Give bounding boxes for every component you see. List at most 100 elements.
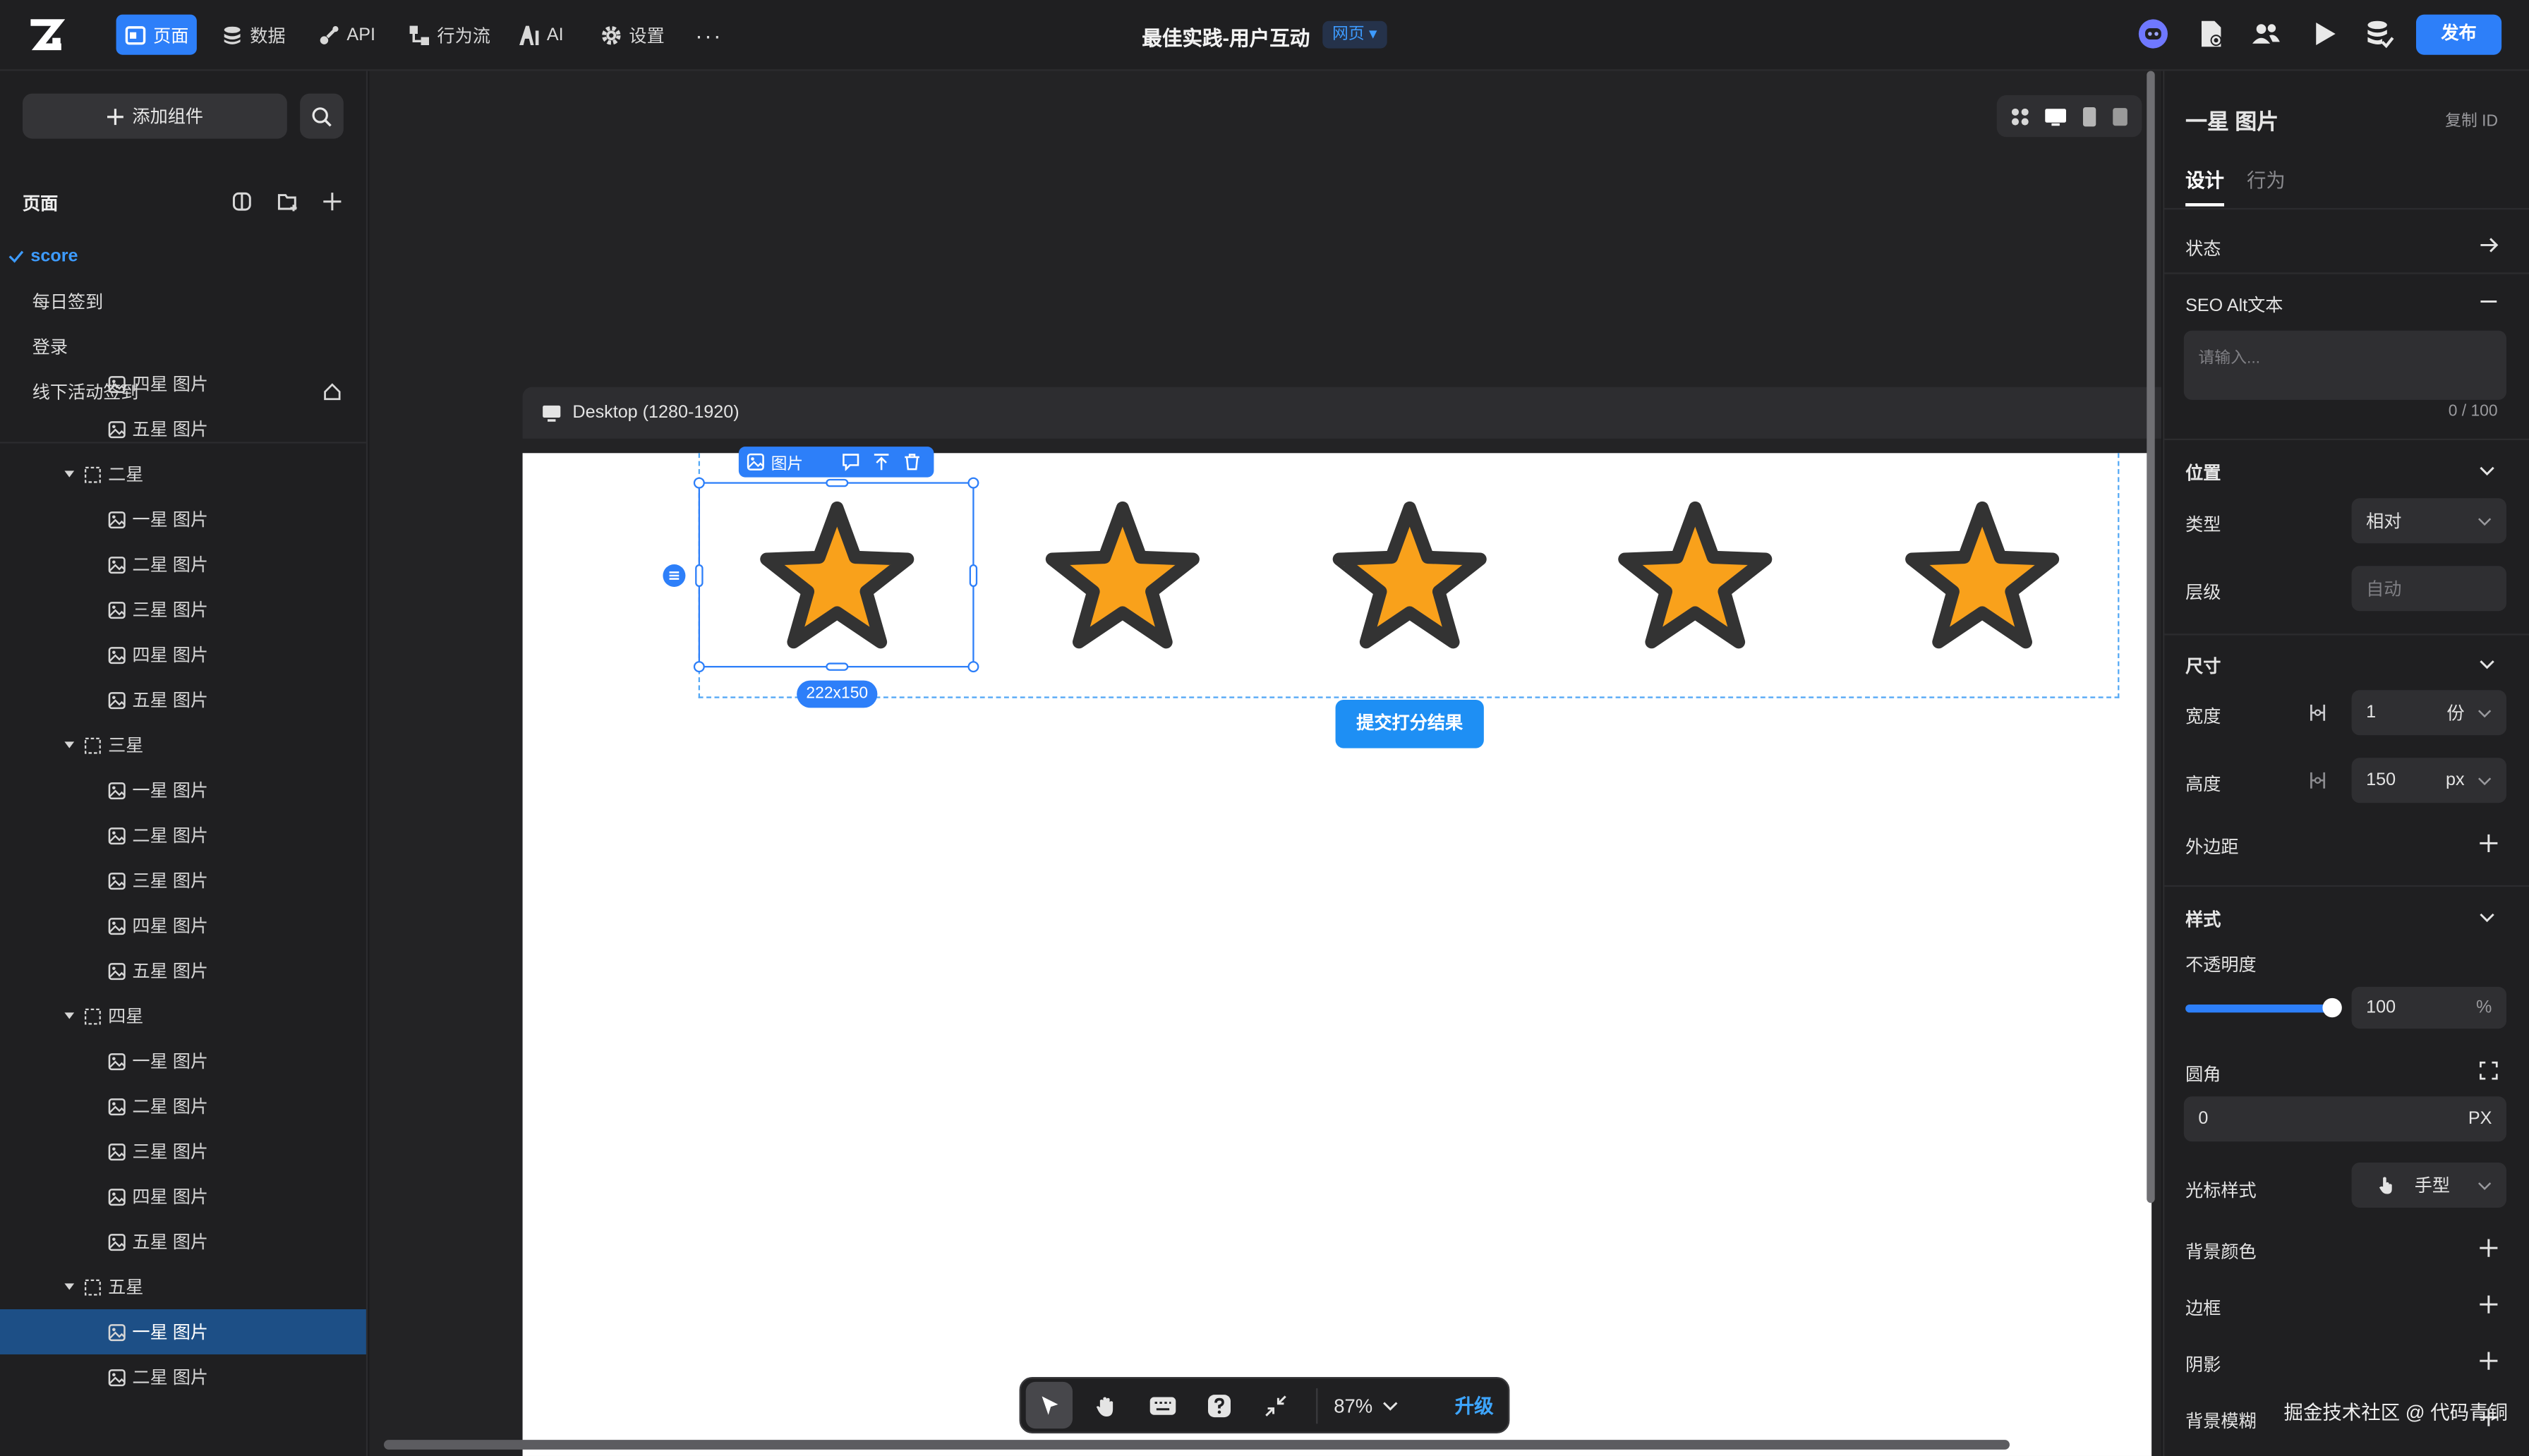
layer-image-row[interactable]: 五星 图片: [0, 948, 366, 993]
layer-group-row[interactable]: 五星: [0, 1264, 366, 1309]
select-tool[interactable]: [1025, 1381, 1073, 1429]
corner-radius-icon[interactable]: [2477, 1060, 2500, 1082]
layer-image-row[interactable]: 二星 图片: [0, 1354, 366, 1400]
layer-image-row[interactable]: 三星 图片: [0, 1129, 366, 1174]
horizontal-scrollbar[interactable]: [383, 1440, 2010, 1450]
more-menu-button[interactable]: ···: [687, 15, 731, 55]
mobile-device-icon[interactable]: [2111, 106, 2129, 127]
radius-input[interactable]: 0 PX: [2183, 1096, 2506, 1142]
zoom-selector[interactable]: 87%: [1316, 1387, 1445, 1424]
position-type-select[interactable]: 相对: [2351, 498, 2506, 544]
opacity-slider-handle[interactable]: [2322, 997, 2342, 1018]
hand-tool[interactable]: [1078, 1377, 1134, 1433]
state-label[interactable]: 状态: [2185, 236, 2221, 262]
plus-icon[interactable]: [2477, 1293, 2500, 1316]
star-icon[interactable]: [1608, 493, 1782, 661]
platform-badge[interactable]: 网页 ▾: [1322, 20, 1387, 49]
layer-image-row[interactable]: 一星 图片: [0, 1038, 366, 1084]
add-page-icon[interactable]: [321, 190, 344, 213]
caret-down-icon[interactable]: [63, 1280, 76, 1293]
chevron-down-icon[interactable]: [2476, 906, 2499, 929]
z-index-input[interactable]: 自动: [2351, 566, 2506, 612]
plus-icon[interactable]: [2477, 1349, 2500, 1372]
resize-handle-top-right[interactable]: [967, 477, 979, 489]
nav-flow[interactable]: 行为流: [400, 15, 498, 55]
page-item-daily-checkin[interactable]: 每日签到: [0, 284, 366, 319]
fit-screen-tool[interactable]: [1247, 1377, 1303, 1433]
frame-header[interactable]: Desktop (1280-1920): [522, 387, 2161, 439]
plus-icon[interactable]: [2477, 1237, 2500, 1259]
layer-image-row[interactable]: 五星 图片: [0, 677, 366, 722]
submit-rating-button[interactable]: 提交打分结果: [1335, 699, 1484, 748]
star-icon[interactable]: [1035, 493, 1209, 661]
layer-image-row[interactable]: 五星 图片: [0, 406, 366, 451]
publish-button[interactable]: 发布: [2415, 14, 2502, 55]
desktop-device-icon[interactable]: [2044, 106, 2068, 127]
width-mode-icon[interactable]: [2307, 701, 2329, 724]
star-icon[interactable]: [1895, 493, 2070, 661]
layer-image-row[interactable]: 一星 图片: [0, 497, 366, 542]
layer-image-row[interactable]: 二星 图片: [0, 1084, 366, 1129]
selection-box[interactable]: [698, 482, 974, 668]
layer-image-row[interactable]: 四星 图片: [0, 903, 366, 948]
caret-down-icon[interactable]: [63, 1009, 76, 1022]
page-order-icon[interactable]: [231, 190, 253, 213]
minus-icon[interactable]: [2477, 290, 2500, 313]
add-folder-icon[interactable]: [276, 190, 298, 213]
search-button[interactable]: [300, 93, 344, 139]
tab-behavior[interactable]: 行为: [2247, 166, 2286, 193]
bring-to-top-icon[interactable]: [873, 453, 891, 471]
layer-image-row[interactable]: 一星 图片: [0, 1309, 366, 1354]
trash-icon[interactable]: [903, 453, 921, 471]
layer-image-row[interactable]: 一星 图片: [0, 768, 366, 813]
page-item-score[interactable]: score: [0, 238, 366, 274]
layout-handle[interactable]: [663, 564, 686, 587]
opacity-input[interactable]: 100 %: [2351, 986, 2506, 1029]
nav-pages[interactable]: 页面: [116, 14, 197, 55]
cursor-style-select[interactable]: 手型: [2351, 1162, 2506, 1208]
keyboard-shortcuts-tool[interactable]: [1134, 1377, 1190, 1433]
height-input[interactable]: 150 px: [2351, 758, 2506, 803]
layer-group-row[interactable]: 四星: [0, 993, 366, 1038]
database-check-icon[interactable]: [2363, 18, 2396, 50]
chevron-down-icon[interactable]: [2476, 459, 2499, 482]
opacity-slider[interactable]: [2185, 1004, 2333, 1013]
layer-image-row[interactable]: 四星 图片: [0, 632, 366, 677]
help-tool[interactable]: [1190, 1377, 1247, 1433]
nav-data[interactable]: 数据: [213, 15, 294, 55]
layer-image-row[interactable]: 二星 图片: [0, 813, 366, 858]
plus-icon[interactable]: [2477, 832, 2500, 854]
resize-handle-right[interactable]: [969, 564, 978, 587]
star-icon[interactable]: [1322, 493, 1497, 661]
layer-image-row[interactable]: 四星 图片: [0, 361, 366, 406]
layer-group-row[interactable]: 二星: [0, 451, 366, 497]
nav-settings[interactable]: 设置: [592, 15, 672, 55]
chevron-down-icon[interactable]: [2476, 653, 2499, 676]
preview-play-icon[interactable]: [2308, 18, 2341, 50]
assistant-icon[interactable]: [2137, 18, 2170, 50]
layer-image-row[interactable]: 五星 图片: [0, 1219, 366, 1264]
width-input[interactable]: 1 份: [2351, 690, 2506, 736]
layer-image-row[interactable]: 二星 图片: [0, 542, 366, 587]
tablet-device-icon[interactable]: [2081, 106, 2099, 127]
caret-down-icon[interactable]: [63, 468, 76, 480]
arrow-right-icon[interactable]: [2477, 233, 2500, 256]
app-logo-icon[interactable]: [26, 16, 68, 55]
document-settings-icon[interactable]: [2195, 18, 2228, 50]
layer-image-row[interactable]: 三星 图片: [0, 587, 366, 632]
nav-ai[interactable]: AI: [509, 15, 572, 55]
page-item-login[interactable]: 登录: [0, 329, 366, 364]
collaborators-icon[interactable]: [2250, 18, 2283, 50]
resize-handle-top-left[interactable]: [693, 477, 705, 489]
seo-alt-input[interactable]: 请输入...: [2183, 330, 2506, 400]
tab-design[interactable]: 设计: [2185, 166, 2224, 193]
comment-icon[interactable]: [842, 453, 859, 471]
add-component-button[interactable]: 添加组件: [22, 93, 287, 139]
layer-image-row[interactable]: 三星 图片: [0, 858, 366, 903]
layer-group-row[interactable]: 三星: [0, 722, 366, 768]
resize-handle-bottom-right[interactable]: [967, 661, 979, 673]
upgrade-button[interactable]: 升级: [1455, 1392, 1494, 1419]
layer-image-row[interactable]: 四星 图片: [0, 1174, 366, 1219]
caret-down-icon[interactable]: [63, 739, 76, 751]
resize-handle-left[interactable]: [695, 564, 704, 587]
